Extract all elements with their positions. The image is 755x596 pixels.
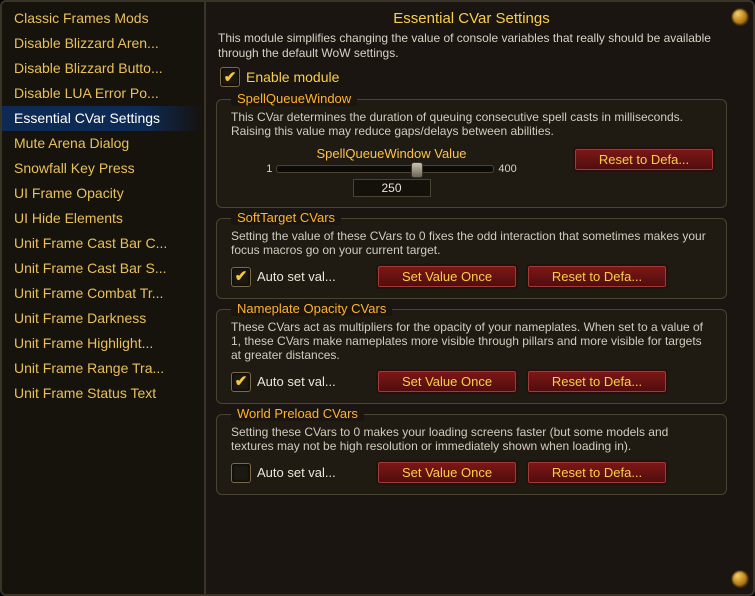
scroll-up-button[interactable] (731, 8, 749, 26)
checkbox-label: Auto set val... (257, 269, 336, 284)
slider-value-input[interactable]: 250 (353, 179, 431, 197)
reset-defaults-button[interactable]: Reset to Defa... (574, 148, 714, 171)
section-description: Setting the value of these CVars to 0 fi… (231, 227, 714, 265)
section-description: Setting these CVars to 0 makes your load… (231, 423, 714, 461)
sidebar-item-darkness[interactable]: Unit Frame Darkness (2, 306, 204, 331)
set-value-once-button[interactable]: Set Value Once (377, 461, 517, 484)
sidebar-item-status-text[interactable]: Unit Frame Status Text (2, 381, 204, 406)
spellqueue-slider[interactable] (276, 165, 494, 173)
page-title: Essential CVar Settings (216, 8, 727, 31)
set-value-once-button[interactable]: Set Value Once (377, 370, 517, 393)
sidebar-item-disable-lua[interactable]: Disable LUA Error Po... (2, 81, 204, 106)
auto-set-checkbox[interactable]: Auto set val... (231, 463, 367, 483)
slider-thumb[interactable] (411, 162, 423, 178)
reset-defaults-button[interactable]: Reset to Defa... (527, 370, 667, 393)
sidebar-item-highlight[interactable]: Unit Frame Highlight... (2, 331, 204, 356)
auto-set-checkbox[interactable]: Auto set val... (231, 267, 367, 287)
sidebar-item-castbar-s[interactable]: Unit Frame Cast Bar S... (2, 256, 204, 281)
checkbox-label: Auto set val... (257, 374, 336, 389)
checkbox-box (231, 463, 251, 483)
checkbox-box (231, 267, 251, 287)
section-title: SoftTarget CVars (231, 210, 341, 225)
sidebar-item-ui-opacity[interactable]: UI Frame Opacity (2, 181, 204, 206)
section-description: This CVar determines the duration of que… (231, 108, 714, 146)
checkbox-label: Enable module (246, 69, 339, 85)
sidebar-item-ui-hide[interactable]: UI Hide Elements (2, 206, 204, 231)
section-title: Nameplate Opacity CVars (231, 301, 392, 316)
slider-max: 400 (498, 163, 516, 175)
page-description: This module simplifies changing the valu… (216, 31, 727, 67)
reset-defaults-button[interactable]: Reset to Defa... (527, 461, 667, 484)
checkbox-box (231, 372, 251, 392)
sidebar-item-castbar-c[interactable]: Unit Frame Cast Bar C... (2, 231, 204, 256)
checkbox-box (220, 67, 240, 87)
section-title: World Preload CVars (231, 406, 364, 421)
sidebar-item-essential-cvar[interactable]: Essential CVar Settings (2, 106, 204, 131)
enable-module-checkbox[interactable]: Enable module (216, 67, 727, 89)
checkbox-label: Auto set val... (257, 465, 336, 480)
section-nameplate-opacity: Nameplate Opacity CVars These CVars act … (216, 309, 727, 404)
reset-defaults-button[interactable]: Reset to Defa... (527, 265, 667, 288)
sidebar: Classic Frames Mods Disable Blizzard Are… (2, 2, 206, 594)
section-description: These CVars act as multipliers for the o… (231, 318, 714, 370)
sidebar-item-combat-tr[interactable]: Unit Frame Combat Tr... (2, 281, 204, 306)
section-spellqueuewindow: SpellQueueWindow This CVar determines th… (216, 99, 727, 208)
slider-min: 1 (266, 163, 272, 175)
slider-label: SpellQueueWindow Value (316, 146, 466, 161)
section-title: SpellQueueWindow (231, 91, 357, 106)
sidebar-item-mute-arena[interactable]: Mute Arena Dialog (2, 131, 204, 156)
sidebar-item-disable-arena[interactable]: Disable Blizzard Aren... (2, 31, 204, 56)
auto-set-checkbox[interactable]: Auto set val... (231, 372, 367, 392)
scroll-down-button[interactable] (731, 570, 749, 588)
sidebar-item-disable-button[interactable]: Disable Blizzard Butto... (2, 56, 204, 81)
set-value-once-button[interactable]: Set Value Once (377, 265, 517, 288)
sidebar-item-classic-frames[interactable]: Classic Frames Mods (2, 6, 204, 31)
sidebar-item-snowfall[interactable]: Snowfall Key Press (2, 156, 204, 181)
main-panel: Essential CVar Settings This module simp… (206, 2, 753, 594)
section-softtarget: SoftTarget CVars Setting the value of th… (216, 218, 727, 299)
sidebar-item-range-tra[interactable]: Unit Frame Range Tra... (2, 356, 204, 381)
section-world-preload: World Preload CVars Setting these CVars … (216, 414, 727, 495)
